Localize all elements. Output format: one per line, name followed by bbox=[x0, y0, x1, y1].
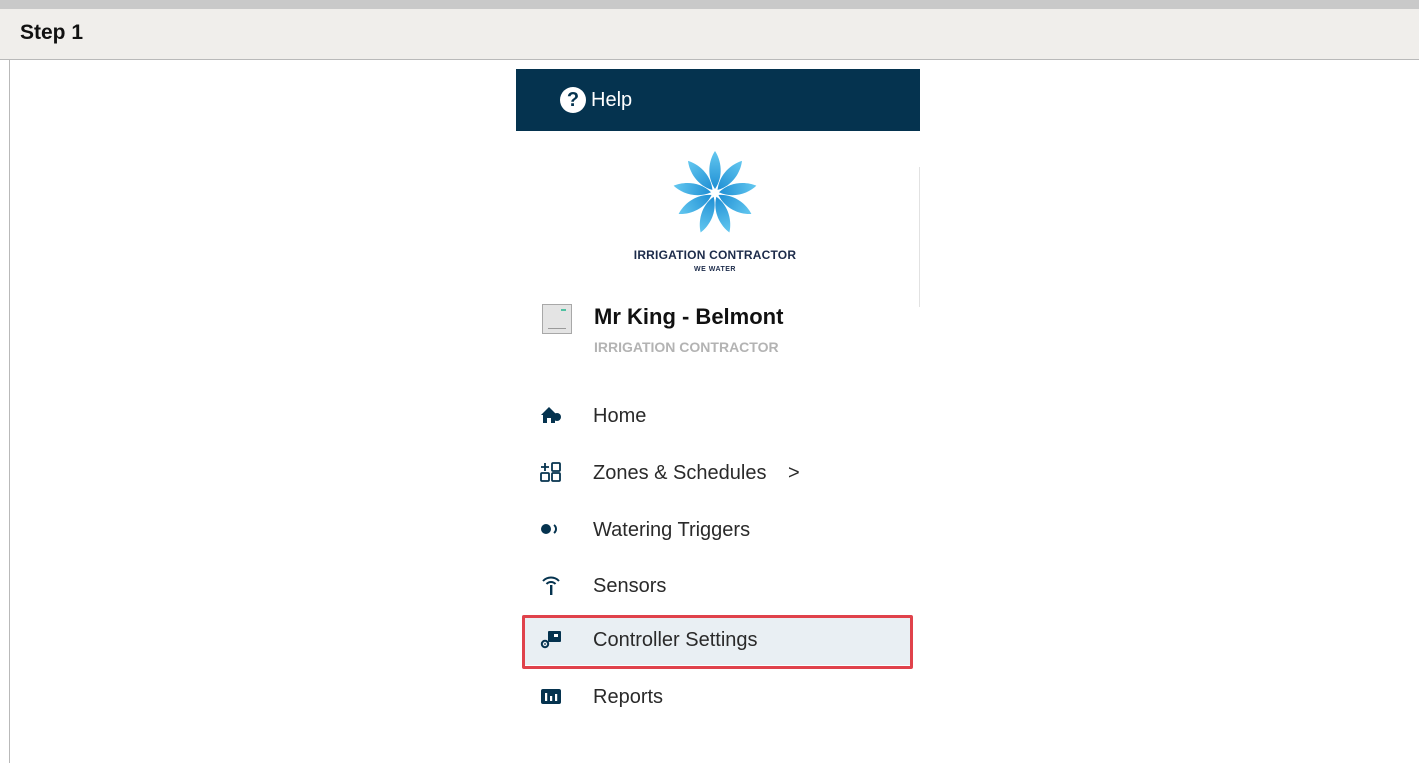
chevron-right-icon: > bbox=[788, 462, 800, 484]
nav-label-sensors: Sensors bbox=[593, 575, 667, 597]
help-bar[interactable]: ? Help bbox=[516, 69, 920, 131]
top-strip bbox=[0, 0, 1419, 9]
controller-device-icon bbox=[542, 304, 572, 334]
sidebar-panel: ? Help IRRIGATION CONTRACTOR WE WATER Mr… bbox=[516, 69, 920, 753]
brand-tagline: WE WATER bbox=[694, 266, 736, 273]
nav-label-watering-triggers: Watering Triggers bbox=[593, 519, 751, 541]
home-icon bbox=[541, 407, 561, 423]
nav-item-reports[interactable]: Reports bbox=[516, 672, 920, 722]
nav-item-watering-triggers[interactable]: Watering Triggers bbox=[516, 505, 920, 555]
highlight-box bbox=[522, 615, 913, 669]
trigger-icon bbox=[541, 524, 557, 534]
nav-item-sensors[interactable]: Sensors bbox=[516, 561, 920, 611]
site-name: Mr King - Belmont bbox=[594, 304, 784, 329]
divider bbox=[919, 167, 920, 307]
brand-name: IRRIGATION CONTRACTOR bbox=[633, 248, 797, 262]
brand-logo: IRRIGATION CONTRACTOR WE WATER bbox=[620, 145, 810, 295]
content-border bbox=[9, 60, 10, 763]
antenna-icon bbox=[542, 576, 560, 595]
reports-icon bbox=[541, 689, 561, 704]
nav-item-zones-schedules[interactable]: Zones & Schedules > bbox=[516, 448, 920, 498]
zones-grid-icon bbox=[540, 462, 561, 482]
nav-label-home: Home bbox=[593, 405, 647, 427]
nav-label-zones-schedules: Zones & Schedules bbox=[593, 462, 767, 484]
nav-item-home[interactable]: Home bbox=[516, 391, 920, 441]
nav-label-reports: Reports bbox=[593, 686, 664, 708]
water-drops-logo-icon bbox=[673, 151, 757, 233]
step-title: Step 1 bbox=[20, 21, 84, 44]
step-header: Step 1 bbox=[0, 9, 1419, 60]
question-circle-icon: ? bbox=[560, 87, 586, 113]
nav-item-controller-settings[interactable]: Controller Settings bbox=[516, 615, 920, 669]
help-label: Help bbox=[591, 89, 633, 111]
site-owner: IRRIGATION CONTRACTOR bbox=[594, 339, 779, 355]
